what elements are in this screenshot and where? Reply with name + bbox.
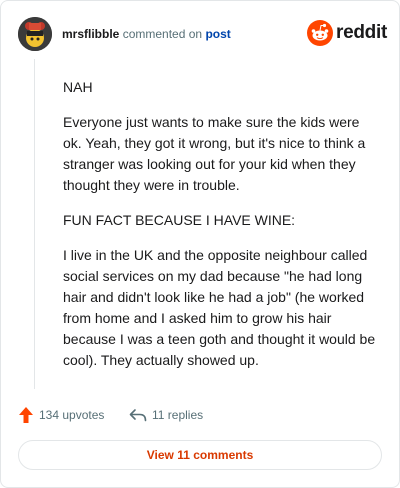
user-avatar[interactable] bbox=[18, 17, 52, 51]
avatar-image bbox=[18, 17, 52, 51]
comment-body: NAH Everyone just wants to make sure the… bbox=[63, 77, 381, 385]
commented-on-text: commented on bbox=[122, 27, 203, 41]
comment-header: mrsflibble commented on post reddit bbox=[18, 17, 387, 51]
username-link[interactable]: mrsflibble bbox=[62, 27, 119, 41]
upvote-button[interactable]: 134 upvotes bbox=[18, 405, 104, 425]
post-link[interactable]: post bbox=[205, 27, 230, 41]
thread-line bbox=[34, 59, 35, 389]
comment-paragraph: FUN FACT BECAUSE I HAVE WINE: bbox=[63, 212, 296, 228]
upvote-count: 134 upvotes bbox=[39, 408, 105, 422]
replies-button[interactable]: 11 replies bbox=[129, 405, 203, 425]
reply-count: 11 replies bbox=[152, 408, 204, 422]
comment-paragraph: NAH bbox=[63, 79, 93, 95]
view-comments-button[interactable]: View 11 comments bbox=[18, 440, 382, 470]
upvote-arrow-icon bbox=[19, 407, 33, 423]
comment-paragraph: Everyone just wants to make sure the kid… bbox=[63, 114, 366, 193]
comment-meta: mrsflibble commented on post bbox=[62, 27, 231, 41]
comment-paragraph: I live in the UK and the opposite neighb… bbox=[63, 247, 376, 368]
reply-arrow-icon bbox=[129, 409, 147, 422]
reddit-logo[interactable]: reddit bbox=[307, 20, 387, 46]
embedded-comment-card: mrsflibble commented on post reddit NAH … bbox=[0, 0, 400, 488]
reddit-snoo-icon bbox=[307, 20, 333, 46]
reddit-wordmark: reddit bbox=[336, 22, 387, 43]
